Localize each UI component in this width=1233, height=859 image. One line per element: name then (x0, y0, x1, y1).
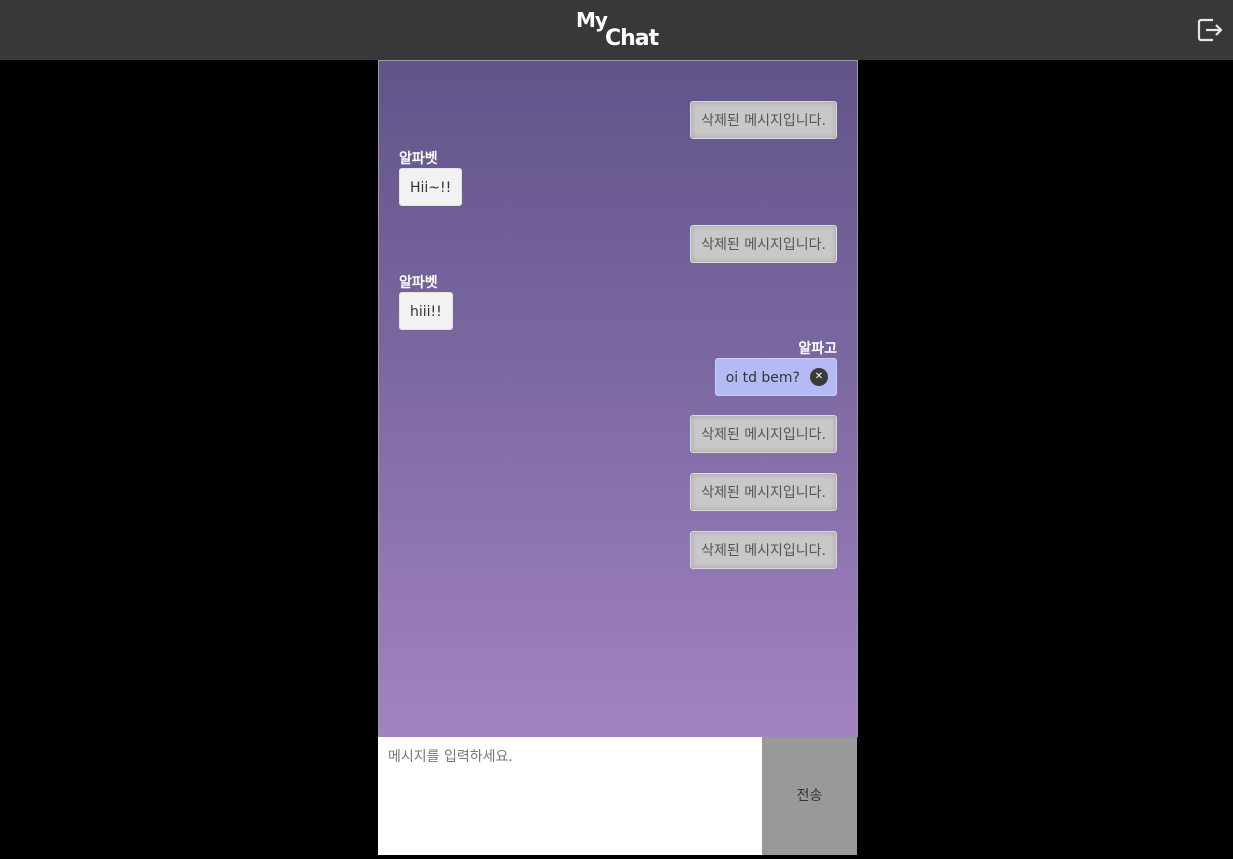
deleted-message-bubble: 삭제된 메시지입니다. (690, 415, 837, 453)
top-bar: My Chat (0, 0, 1233, 60)
message-item: 삭제된 메시지입니다. (399, 415, 837, 453)
message-item: 삭제된 메시지입니다. (399, 101, 837, 139)
close-icon[interactable]: ✕ (810, 367, 828, 386)
message-text: oi td bem? (725, 370, 800, 386)
deleted-message-bubble: 삭제된 메시지입니다. (690, 531, 837, 569)
sender-name: 알파벳 (399, 275, 438, 291)
message-item: 삭제된 메시지입니다. (399, 531, 837, 569)
logo-text-my: My (576, 8, 608, 32)
message-bubble: hiii!! (399, 292, 453, 330)
logout-icon (1197, 18, 1223, 42)
message-bubble: Hii~!! (399, 168, 463, 206)
message-input[interactable] (378, 737, 762, 855)
message-item: 알파고 oi td bem? ✕ (399, 341, 837, 396)
deleted-message-bubble: 삭제된 메시지입니다. (690, 225, 837, 263)
deleted-message-bubble: 삭제된 메시지입니다. (690, 101, 837, 139)
logout-button[interactable] (1196, 16, 1224, 44)
send-button[interactable]: 전송 (762, 737, 857, 855)
sender-name: 알파벳 (399, 151, 438, 167)
chat-message-list[interactable]: 삭제된 메시지입니다. 알파벳 Hii~!! 삭제된 메시지입니다. 알파벳 h… (378, 60, 858, 737)
sender-name: 알파고 (798, 341, 837, 357)
logo-text-chat: Chat (605, 26, 659, 51)
message-item: 알파벳 hiii!! (399, 275, 837, 330)
my-message-bubble: oi td bem? ✕ (714, 358, 837, 396)
message-item: 삭제된 메시지입니다. (399, 473, 837, 511)
app-logo: My Chat (572, 8, 667, 54)
deleted-message-bubble: 삭제된 메시지입니다. (690, 473, 837, 511)
message-input-container (378, 737, 762, 855)
message-item: 삭제된 메시지입니다. (399, 225, 837, 263)
message-item: 알파벳 Hii~!! (399, 151, 837, 206)
